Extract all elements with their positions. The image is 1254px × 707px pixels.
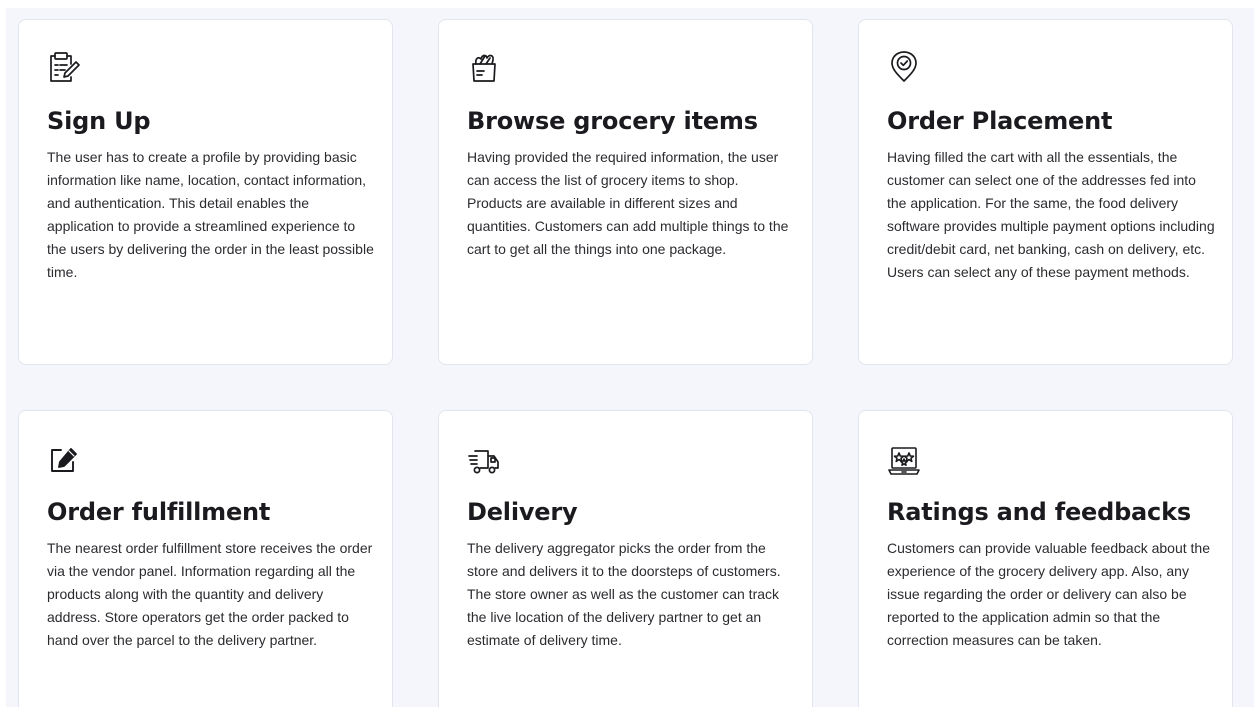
page: Sign Up The user has to create a profile…: [0, 0, 1254, 707]
laptop-stars-icon: [887, 444, 921, 478]
grocery-bag-icon: [467, 50, 501, 84]
card-ratings-and-feedbacks: Ratings and feedbacks Customers can prov…: [858, 410, 1233, 707]
card-order-placement: Order Placement Having filled the cart w…: [858, 19, 1233, 365]
card-title: Order fulfillment: [47, 498, 271, 526]
card-title: Ratings and feedbacks: [887, 498, 1191, 526]
card-description: The nearest order fulfillment store rece…: [47, 540, 373, 648]
card-title: Sign Up: [47, 107, 151, 135]
card-description: Customers can provide valuable feedback …: [887, 540, 1210, 648]
edit-pencil-icon: [47, 444, 81, 478]
delivery-truck-icon: [467, 444, 501, 478]
card-description: Having filled the cart with all the esse…: [887, 149, 1215, 280]
card-browse-grocery-items: Browse grocery items Having provided the…: [438, 19, 813, 365]
clipboard-edit-icon: [47, 50, 81, 84]
card-delivery: Delivery The delivery aggregator picks t…: [438, 410, 813, 707]
card-title: Browse grocery items: [467, 107, 758, 135]
card-title: Delivery: [467, 498, 578, 526]
card-description: The user has to create a profile by prov…: [47, 149, 374, 280]
card-title: Order Placement: [887, 107, 1113, 135]
card-description: Having provided the required information…: [467, 149, 789, 257]
location-pin-check-icon: [887, 50, 921, 84]
card-order-fulfillment: Order fulfillment The nearest order fulf…: [18, 410, 393, 707]
card-sign-up: Sign Up The user has to create a profile…: [18, 19, 393, 365]
card-description: The delivery aggregator picks the order …: [467, 540, 781, 648]
